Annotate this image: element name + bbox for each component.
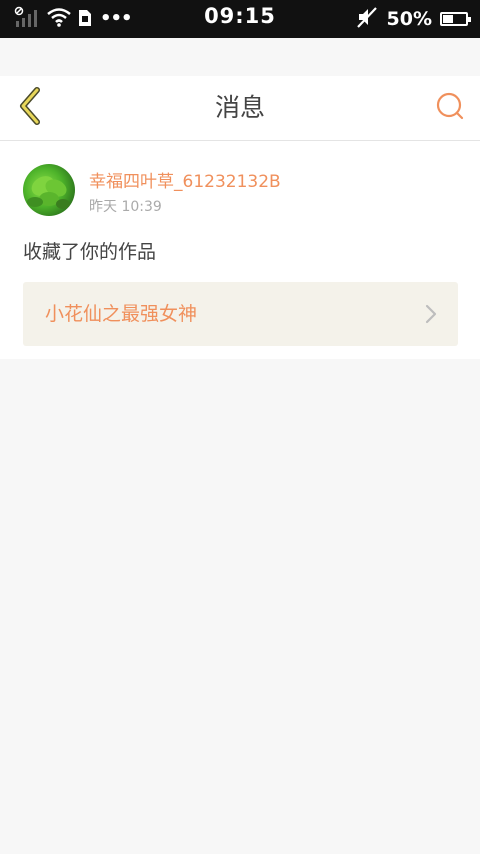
- message-timestamp: 昨天 10:39: [89, 199, 162, 215]
- work-title: 小花仙之最强女神: [45, 303, 198, 325]
- status-right-icons: 50%: [355, 5, 471, 33]
- nav-bar: 消息: [0, 76, 480, 141]
- battery-icon: [440, 12, 471, 26]
- work-link-card[interactable]: 小花仙之最强女神: [23, 282, 458, 346]
- search-button[interactable]: [432, 90, 468, 126]
- chevron-right-icon: [424, 304, 438, 324]
- status-bar: ••• 09:15 50%: [0, 0, 480, 38]
- message-action-text: 收藏了你的作品: [23, 241, 157, 263]
- page-title: 消息: [214, 93, 265, 122]
- battery-percent: 50%: [386, 8, 432, 30]
- battery-level: [443, 15, 453, 23]
- avatar[interactable]: [23, 164, 75, 216]
- search-icon: [435, 91, 465, 125]
- mute-icon: [355, 5, 379, 33]
- message-card: 幸福四叶草_61232132B 昨天 10:39 收藏了你的作品 小花仙之最强女…: [0, 141, 480, 359]
- username[interactable]: 幸福四叶草_61232132B: [89, 167, 281, 192]
